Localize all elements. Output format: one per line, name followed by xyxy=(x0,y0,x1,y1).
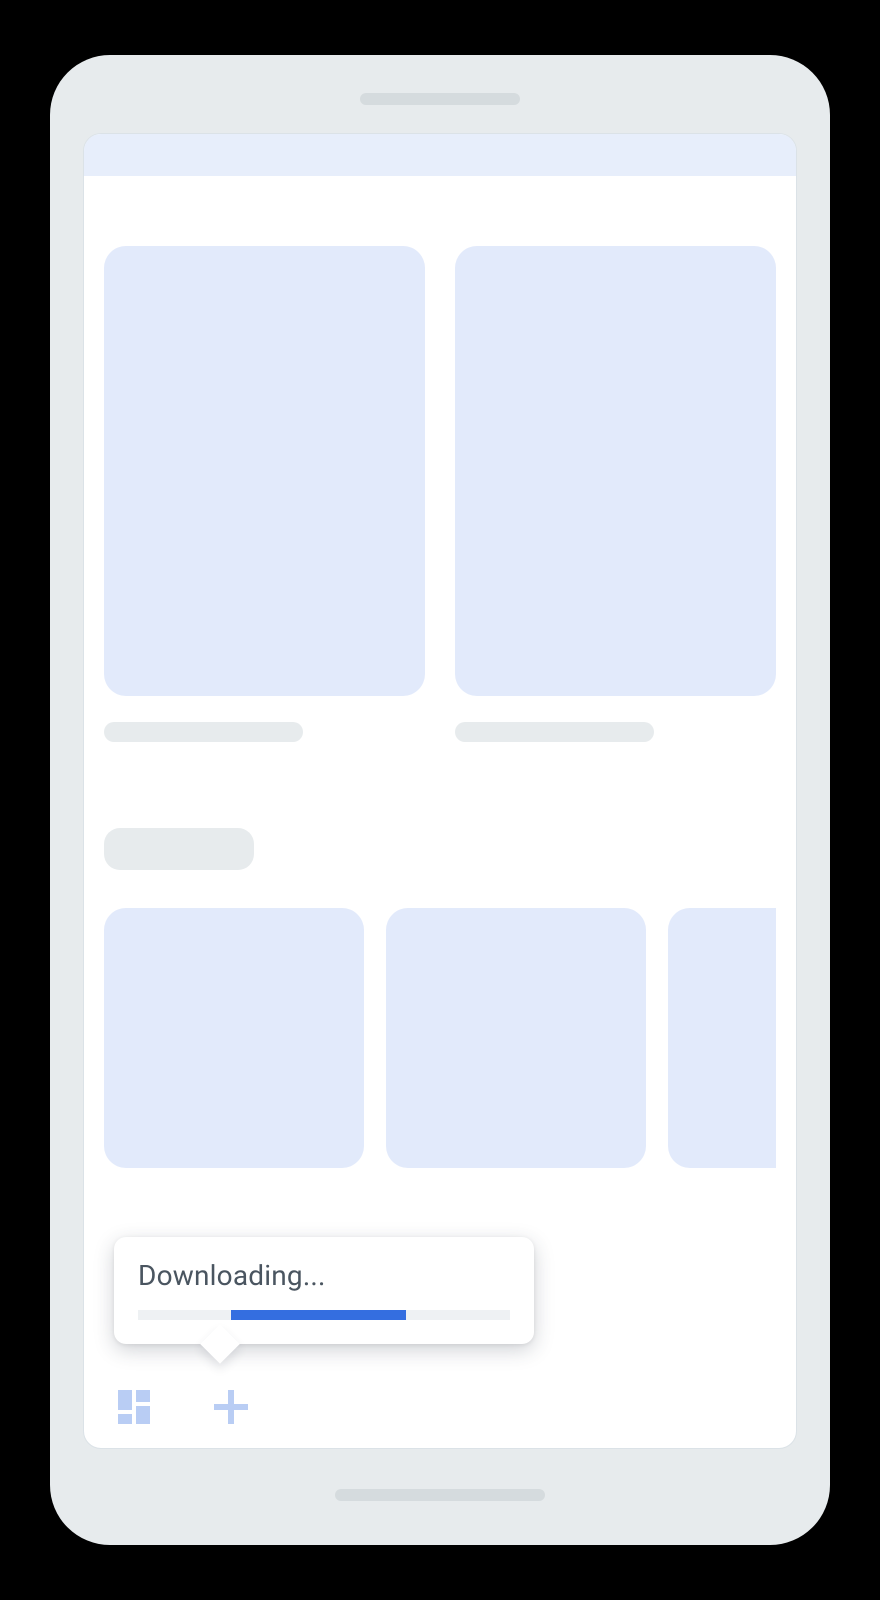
secondary-cards-row[interactable] xyxy=(104,908,776,1168)
download-tooltip: Downloading... xyxy=(114,1237,534,1344)
secondary-card[interactable] xyxy=(386,908,646,1168)
hero-card[interactable] xyxy=(455,246,776,696)
speaker-slot xyxy=(360,93,520,105)
device-frame: Downloading... xyxy=(50,55,830,1545)
secondary-card[interactable] xyxy=(104,908,364,1168)
content-area: Downloading... xyxy=(84,176,796,1448)
status-bar xyxy=(84,134,796,176)
hero-caption xyxy=(104,722,425,742)
hero-caption xyxy=(455,722,776,742)
home-indicator xyxy=(335,1489,545,1501)
tooltip-pointer xyxy=(200,1324,240,1364)
download-tooltip-title: Downloading... xyxy=(138,1259,510,1292)
bottom-nav xyxy=(84,1366,796,1448)
progress-fill xyxy=(231,1310,406,1320)
section-label-placeholder xyxy=(104,828,254,870)
hero-card[interactable] xyxy=(104,246,425,696)
dashboard-icon[interactable] xyxy=(118,1390,152,1424)
hero-caption-row xyxy=(104,722,776,742)
progress-bar xyxy=(138,1310,510,1320)
add-icon[interactable] xyxy=(214,1390,248,1424)
hero-cards-row xyxy=(104,246,776,696)
secondary-card[interactable] xyxy=(668,908,776,1168)
screen: Downloading... xyxy=(83,133,797,1449)
